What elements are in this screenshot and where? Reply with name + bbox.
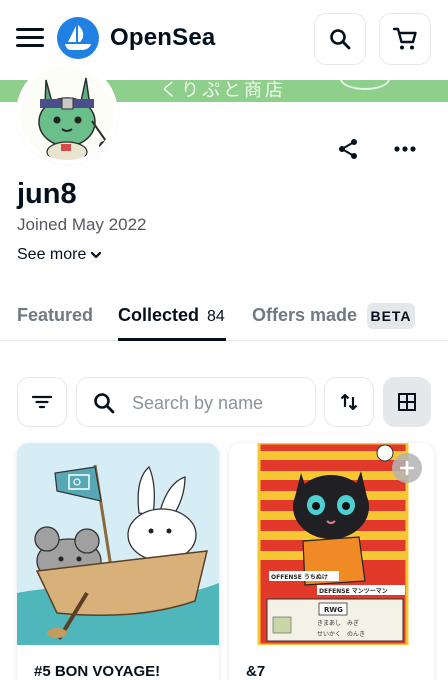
filter-lines-icon [32,395,52,409]
nft-card-title: #5 BON VOYAGE! [34,663,161,680]
search-input[interactable] [132,390,302,416]
collected-count: 84 [207,308,225,325]
tab-offers-made-label: Offers made [252,305,358,325]
search-button[interactable] [314,13,366,65]
card-row2-text: せいかく のんき [317,631,365,638]
sort-arrows-icon [340,393,358,411]
share-button[interactable] [336,137,360,161]
beta-badge: BETA [367,303,415,329]
more-horizontal-icon [394,146,416,152]
brand-name[interactable]: OpenSea [110,24,215,52]
grid-view-icon [398,393,416,411]
search-icon [330,29,351,50]
search-icon [94,393,115,414]
sort-button[interactable] [324,377,374,427]
add-to-cart-button[interactable] [392,453,422,483]
filter-button[interactable] [17,377,67,427]
more-options-button[interactable] [392,138,418,160]
nft-card[interactable]: #5 BON VOYAGE! [17,443,219,680]
profile-username: jun8 [17,178,77,210]
nft-card[interactable]: OFFENSE うちぬけ DEFENSE マンツーマン RWG きまあし みぎ … [229,443,434,680]
tab-featured[interactable]: Featured [17,305,93,326]
nft-image-bon-voyage [17,443,219,645]
card-offense-text: OFFENSE うちぬけ [271,573,328,581]
tab-collected[interactable]: Collected 84 [118,305,225,326]
see-more-label: See more [17,246,87,263]
tab-collected-label: Collected [118,305,200,325]
see-more-button[interactable]: See more [17,246,102,264]
banner-decoration [340,80,390,90]
cart-button[interactable] [379,13,431,65]
banner-text: くりぷと商店 [160,80,286,101]
card-chip-text: RWG [324,606,343,614]
avatar-image [20,66,114,160]
joined-date: Joined May 2022 [17,215,147,234]
opensea-logo-icon[interactable] [57,17,99,59]
hamburger-menu-icon[interactable] [16,26,44,48]
card-row1-text: きまあし みぎ [317,619,359,627]
profile-avatar[interactable] [20,66,114,160]
search-by-name-field[interactable] [76,377,316,427]
nft-card-title: &7 [246,663,266,680]
chevron-down-icon [91,251,102,259]
tab-featured-label: Featured [17,305,94,325]
share-icon [339,139,357,159]
tab-offers-made[interactable]: Offers made [252,305,357,326]
plus-icon [400,461,414,475]
cart-icon [392,27,417,50]
grid-view-toggle[interactable] [383,377,431,427]
card-defense-text: DEFENSE マンツーマン [319,588,388,595]
active-tab-indicator [118,338,226,341]
